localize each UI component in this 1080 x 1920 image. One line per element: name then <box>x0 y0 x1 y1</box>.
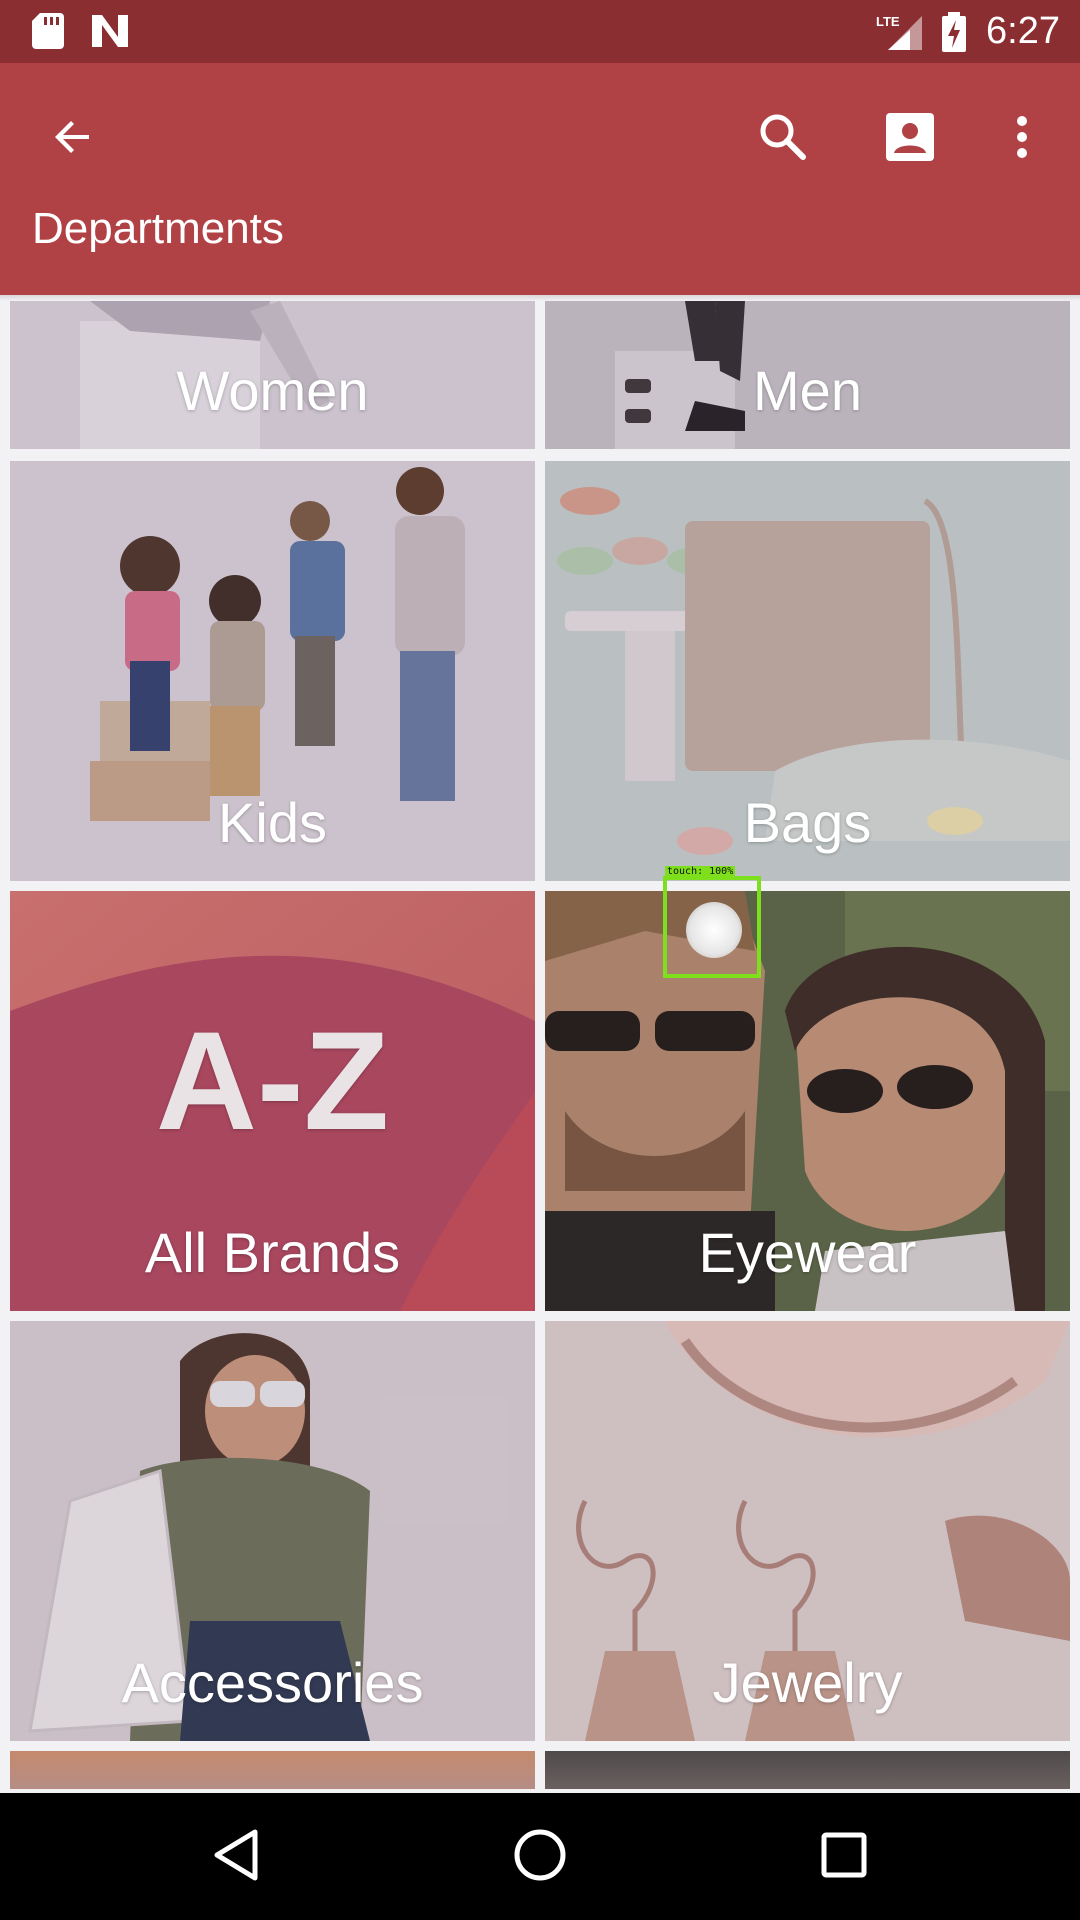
n-icon <box>90 13 130 54</box>
department-tile-men[interactable]: Men <box>545 301 1070 449</box>
nav-recents-button[interactable] <box>804 1817 884 1897</box>
navigation-bar <box>0 1793 1080 1920</box>
account-icon <box>884 111 936 168</box>
department-label: Women <box>176 359 369 422</box>
page-title: Departments <box>32 204 284 253</box>
svg-text:LTE: LTE <box>876 14 900 29</box>
department-label: Kids <box>218 791 327 854</box>
more-vert-icon <box>1012 113 1032 166</box>
app-bar: Departments <box>0 63 1080 295</box>
nav-back-button[interactable] <box>196 1817 276 1897</box>
department-tile-kids[interactable]: Kids <box>10 461 535 881</box>
screen: LTE 6:27 Departments Women Men Kids Bags… <box>0 0 1080 1920</box>
lte-signal-icon: LTE <box>874 12 924 57</box>
more-options-button[interactable] <box>986 103 1058 175</box>
department-tile-eyewear[interactable]: Eyewear <box>545 891 1070 1311</box>
touch-point-icon <box>686 902 742 958</box>
department-label: All Brands <box>144 1221 401 1284</box>
department-tile-all-brands[interactable]: A-Z All Brands <box>10 891 535 1311</box>
search-button[interactable] <box>747 103 819 175</box>
nav-home-button[interactable] <box>500 1817 580 1897</box>
back-arrow-icon <box>49 113 97 166</box>
az-logo: A-Z <box>155 1002 390 1159</box>
back-triangle-icon <box>211 1828 261 1887</box>
back-button[interactable] <box>37 103 109 175</box>
status-clock: 6:27 <box>986 10 1060 52</box>
partial-image <box>545 1751 1070 1789</box>
department-label: Bags <box>743 791 872 854</box>
department-tile-partial-left[interactable] <box>10 1751 535 1789</box>
department-tile-women[interactable]: Women <box>10 301 535 449</box>
department-tile-jewelry[interactable]: Jewelry <box>545 1321 1070 1741</box>
department-tile-accessories[interactable]: Accessories <box>10 1321 535 1741</box>
account-button[interactable] <box>874 103 946 175</box>
home-circle-icon <box>513 1828 567 1887</box>
battery-charging-icon <box>940 12 968 57</box>
partial-image <box>10 1751 535 1789</box>
department-tile-bags[interactable]: Bags <box>545 461 1070 881</box>
recents-square-icon <box>820 1831 868 1884</box>
sd-card-icon <box>32 13 64 54</box>
status-bar: LTE 6:27 <box>0 0 1080 63</box>
department-label: Eyewear <box>698 1221 917 1284</box>
search-icon <box>757 111 809 168</box>
department-label: Men <box>753 359 862 422</box>
department-label: Jewelry <box>712 1651 903 1714</box>
department-label: Accessories <box>121 1651 424 1714</box>
department-tile-partial-right[interactable] <box>545 1751 1070 1789</box>
